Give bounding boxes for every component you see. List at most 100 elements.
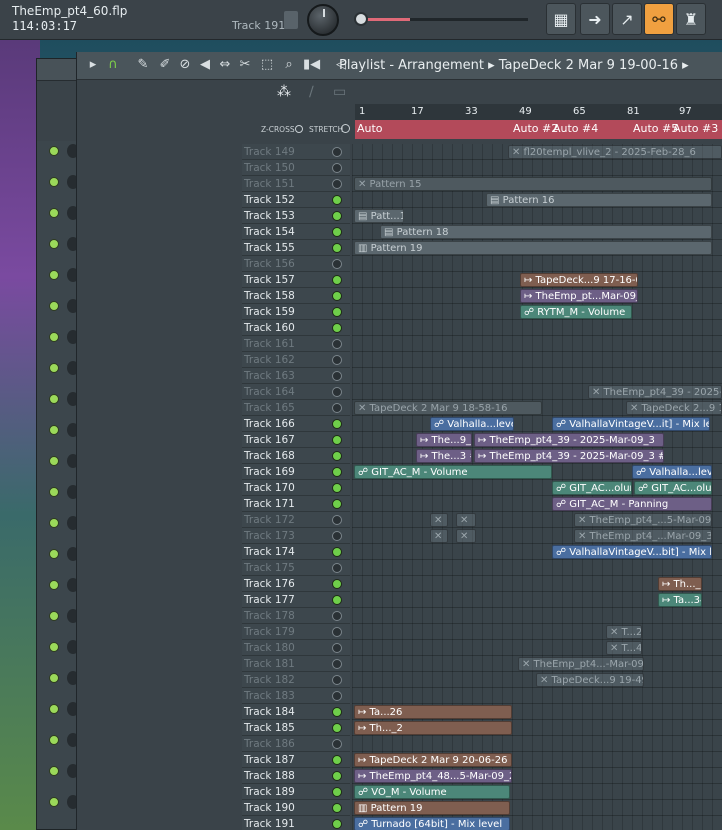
track-header[interactable]: Track 164 (242, 384, 350, 400)
playlist-clip[interactable]: ↦ Th..._2 (658, 577, 702, 591)
channel-mute-led[interactable] (49, 642, 59, 652)
track-mute-led[interactable] (332, 483, 342, 493)
playlist-clip[interactable]: ✕ TheEmp_pt4_...Mar-09_3 #2 (574, 529, 712, 543)
delete-icon[interactable]: ⊘ (177, 57, 193, 75)
track-mute-led[interactable] (332, 531, 342, 541)
track-header[interactable]: Track 174 (242, 544, 350, 560)
menu-arrow-icon[interactable]: ▸ (85, 57, 101, 75)
track-header[interactable]: Track 157 (242, 272, 350, 288)
playlist-clip[interactable]: ↦ Th..._2 (354, 721, 512, 735)
track-header[interactable]: Track 172 (242, 512, 350, 528)
track-header[interactable]: Track 154 (242, 224, 350, 240)
track-header[interactable]: Track 184 (242, 704, 350, 720)
channel-mute-led[interactable] (49, 332, 59, 342)
playlist-clip[interactable]: ↦ The...3 #2 (416, 449, 472, 463)
playlist-clip[interactable]: ☍ VO_M - Volume (354, 785, 510, 799)
lock-tool-icon[interactable]: ▭ (333, 84, 346, 100)
automation-marker[interactable]: Auto #4 (553, 122, 598, 135)
playlist-clip[interactable]: ↦ TheEmp_pt4_39 - 2025-Mar-09_3 #2 (474, 449, 664, 463)
track-header[interactable]: Track 165 (242, 400, 350, 416)
track-header[interactable]: Track 152 (242, 192, 350, 208)
track-header[interactable]: Track 186 (242, 736, 350, 752)
track-header[interactable]: Track 150 (242, 160, 350, 176)
track-header[interactable]: Track 183 (242, 688, 350, 704)
zcross-toggle[interactable] (295, 125, 303, 133)
playlist-clip[interactable]: ✕ (456, 529, 476, 543)
channel-mute-led[interactable] (49, 425, 59, 435)
playlist-breadcrumb[interactable]: Playlist - Arrangement ▸ TapeDeck 2 Mar … (339, 58, 689, 73)
track-mute-led[interactable] (332, 579, 342, 589)
track-header[interactable]: Track 159 (242, 304, 350, 320)
playlist-clip[interactable]: ☍ ValhallaVintageV...bit] - Mix level (552, 545, 712, 559)
select-icon[interactable]: ⬚ (259, 57, 275, 75)
track-header[interactable]: Track 155 (242, 240, 350, 256)
pencil-icon[interactable]: ✎ (135, 57, 151, 75)
playlist-clip[interactable]: ✕ TapeDeck 2...9 18- (626, 401, 722, 415)
track-mute-led[interactable] (332, 547, 342, 557)
playlist-clip[interactable]: ✕ T...2 (606, 625, 642, 639)
track-mute-led[interactable] (332, 243, 342, 253)
track-mute-led[interactable] (332, 403, 342, 413)
playlist-clip[interactable]: ☍ ValhallaVintageV...it] - Mix level (552, 417, 710, 431)
track-mute-led[interactable] (332, 499, 342, 509)
channel-mute-led[interactable] (49, 518, 59, 528)
playlist-clip[interactable]: ✕ (456, 513, 476, 527)
playlist-clip[interactable]: ☍ Valhalla...level (430, 417, 514, 431)
channel-mute-led[interactable] (49, 735, 59, 745)
playlist-clip[interactable]: ↦ Ta...34 (658, 593, 702, 607)
channel-mute-led[interactable] (49, 487, 59, 497)
track-mute-led[interactable] (332, 515, 342, 525)
automation-marker[interactable]: Auto #5 (633, 122, 678, 135)
playlist-clip[interactable]: ↦ TapeDeck 2 Mar 9 20-06-26 #2 (354, 753, 512, 767)
track-header[interactable]: Track 175 (242, 560, 350, 576)
track-header[interactable]: Track 187 (242, 752, 350, 768)
track-header[interactable]: Track 173 (242, 528, 350, 544)
track-mute-led[interactable] (332, 435, 342, 445)
track-mute-led[interactable] (332, 787, 342, 797)
arrangement-grid[interactable]: ✕ fl20templ_vlive_2 - 2025-Feb-28_6 ✕ Pat… (352, 144, 722, 830)
channel-mute-led[interactable] (49, 797, 59, 807)
curve-tool-icon[interactable]: ∕ (309, 84, 314, 100)
playlist-clip[interactable]: ↦ TheEmp_pt4_39 - 2025-Mar-09_3 (474, 433, 664, 447)
automation-marker[interactable]: Auto #3 (673, 122, 718, 135)
track-header[interactable]: Track 163 (242, 368, 350, 384)
track-mute-led[interactable] (332, 819, 342, 829)
track-mute-led[interactable] (332, 259, 342, 269)
track-header[interactable]: Track 166 (242, 416, 350, 432)
track-mute-led[interactable] (332, 595, 342, 605)
track-mute-led[interactable] (332, 387, 342, 397)
channel-mute-led[interactable] (49, 549, 59, 559)
automation-marker[interactable]: Auto #2 (513, 122, 558, 135)
track-header[interactable]: Track 179 (242, 624, 350, 640)
track-header[interactable]: Track 177 (242, 592, 350, 608)
playlist-clip[interactable]: ✕ TheEmp_pt4_...5-Mar-09_3 (574, 513, 712, 527)
slice-icon[interactable]: ✂ (237, 57, 253, 75)
track-mute-led[interactable] (332, 307, 342, 317)
track-mute-led[interactable] (332, 195, 342, 205)
playlist-clip[interactable]: ▥ Pattern 19 (354, 241, 712, 255)
track-mute-led[interactable] (332, 179, 342, 189)
playlist-clip[interactable]: ✕ (430, 529, 448, 543)
track-mute-led[interactable] (332, 563, 342, 573)
playlist-clip[interactable]: ✕ TapeDeck 2 Mar 9 18-58-16 (354, 401, 542, 415)
track-header[interactable]: Track 151 (242, 176, 350, 192)
playlist-clip[interactable]: ▤ Patt...17 (354, 209, 404, 223)
channel-mute-led[interactable] (49, 301, 59, 311)
track-header[interactable]: Track 162 (242, 352, 350, 368)
track-mute-led[interactable] (332, 707, 342, 717)
track-mute-led[interactable] (332, 755, 342, 765)
mute-icon[interactable]: ◀ (197, 57, 213, 75)
channel-mute-led[interactable] (49, 394, 59, 404)
track-header[interactable]: Track 190 (242, 800, 350, 816)
playlist-clip[interactable]: ✕ Pattern 15 (354, 177, 712, 191)
playlist-clip[interactable]: ↦ TheEmp_pt...Mar-09_4 (520, 289, 638, 303)
playlist-clip[interactable]: ☍ GIT_AC...olume (552, 481, 632, 495)
track-header[interactable]: Track 185 (242, 720, 350, 736)
track-header[interactable]: Track 182 (242, 672, 350, 688)
hat-icon[interactable]: ♜ (676, 3, 706, 35)
channel-mute-led[interactable] (49, 270, 59, 280)
track-header[interactable]: Track 181 (242, 656, 350, 672)
track-mute-led[interactable] (332, 323, 342, 333)
playlist-clip[interactable]: ↦ TheEmp_pt4_48...5-Mar-09_2 #2 (354, 769, 512, 783)
playlist-clip[interactable]: ☍ RYTM_M - Volume (520, 305, 632, 319)
